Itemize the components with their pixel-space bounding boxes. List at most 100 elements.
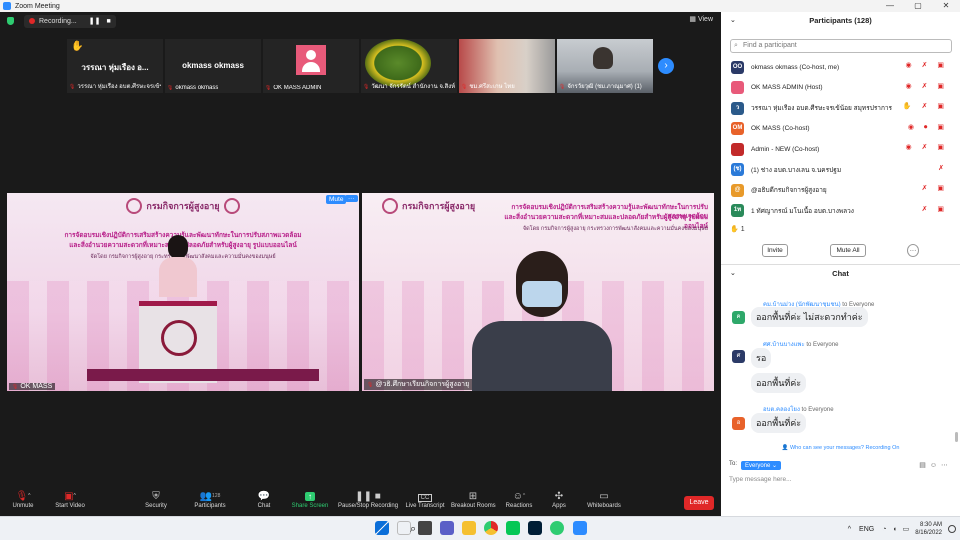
default-avatar-icon: [296, 45, 326, 75]
tile-caption: @วธิ.ศึกษาเรียนกิจการผู้สูงอายุ: [364, 379, 473, 390]
participant-row[interactable]: 1ท 1 ทัศญากรณ์ มโนเนื้อ อบต.บางพลวง ✗ ▣: [721, 201, 960, 222]
speaker-figure: [159, 235, 197, 297]
search-icon[interactable]: ⌕: [397, 521, 416, 535]
chat-title: Chat: [832, 269, 849, 278]
chat-scrollbar[interactable]: [955, 432, 958, 442]
minimize-button[interactable]: —: [876, 0, 904, 12]
participant-name: @อธิบดีกรมกิจการผู้สูงอายุ: [751, 187, 827, 195]
participant-thumbnail-strip: ✋ วรรณา หุ่มเรือง อ... วรรณา หุ่มเรือง อ…: [67, 39, 677, 93]
more-options-button[interactable]: ···: [907, 244, 919, 257]
invite-button[interactable]: Invite: [762, 244, 788, 257]
tray-overflow-chevron-icon[interactable]: ^: [848, 526, 851, 533]
ministry-logo-icon: [126, 198, 143, 214]
view-button[interactable]: ▦ View: [689, 15, 713, 23]
whiteboards-button[interactable]: ▭ Whiteboards: [586, 490, 622, 516]
line-app-icon[interactable]: [506, 521, 520, 535]
participants-button[interactable]: 👥128 Participants: [190, 490, 230, 516]
chat-message-input[interactable]: Type message here...: [729, 476, 792, 483]
thumbnail-caption: วรรณา หุ่มเรือง อบต.ศีรษะจรเข้ฯ: [69, 81, 161, 91]
video-tile-left[interactable]: กรมกิจการผู้สูงอายุ การจัดอบรมเชิงปฏิบัต…: [7, 193, 359, 391]
window-title: Zoom Meeting: [15, 2, 60, 10]
apps-button[interactable]: ✣ Apps: [548, 490, 570, 516]
wifi-icon[interactable]: ◔: [882, 526, 886, 533]
volume-icon[interactable]: ◖: [892, 526, 896, 533]
collapse-chevron-icon[interactable]: ⌄: [730, 269, 736, 277]
participant-name: okmass okmass (Co-host, me): [751, 63, 840, 71]
notification-icon[interactable]: [948, 525, 956, 533]
green-app-icon[interactable]: [550, 521, 564, 535]
slide-header: กรมกิจการผู้สูงอายุ: [7, 193, 359, 219]
teams-chat-icon[interactable]: [440, 521, 454, 535]
live-transcript-button[interactable]: CC Live Transcript: [404, 490, 446, 516]
collapse-chevron-icon[interactable]: ⌄: [730, 16, 736, 24]
file-explorer-icon[interactable]: [462, 521, 476, 535]
input-language[interactable]: ENG: [859, 526, 874, 533]
view-label: View: [697, 16, 713, 23]
tile-mute-button[interactable]: Mute: [326, 195, 347, 204]
stage-banner: [87, 369, 319, 381]
participant-row[interactable]: OM OK MASS (Co-host) ◉ ⏺ ▣: [721, 119, 960, 140]
participant-row[interactable]: @ @อธิบดีกรมกิจการผู้สูงอายุ ✗ ▣: [721, 180, 960, 201]
battery-icon[interactable]: ▭: [903, 525, 910, 533]
participant-status-icons: ◉ ✗ ▣: [905, 82, 948, 90]
emoji-icon[interactable]: ☺: [930, 462, 941, 469]
participant-name: OK MASS ADMIN (Host): [751, 84, 823, 92]
video-off-icon: ▣^: [64, 491, 76, 502]
more-icon[interactable]: ⋯: [941, 462, 952, 469]
task-view-icon[interactable]: [418, 521, 432, 535]
message-bubble: รอ: [751, 348, 772, 368]
window-controls: — ▢ ✕: [876, 0, 960, 12]
slide-organizer: จัดโดย กรมกิจการผู้สูงอายุ กระทรวงการพัฒ…: [522, 226, 708, 232]
participant-search-input[interactable]: ⌕ Find a participant: [730, 39, 952, 53]
photoshop-icon[interactable]: [528, 521, 542, 535]
clock[interactable]: 8:30 AM 8/16/2022: [915, 521, 942, 537]
next-page-chevron-icon[interactable]: ›: [658, 58, 674, 74]
breakout-rooms-button[interactable]: ⊞ Breakout Rooms: [451, 490, 496, 516]
start-video-button[interactable]: ▣^ Start Video: [52, 490, 88, 516]
apps-icon: ✣: [554, 491, 564, 502]
close-button[interactable]: ✕: [932, 0, 960, 12]
thumbnail-caption: วัฒนา จักรรัตน์ สำนักงาน จ.สิงห์บุรี: [363, 81, 455, 91]
thumbnail-tile[interactable]: ✋ วรรณา หุ่มเรือง อ... วรรณา หุ่มเรือง อ…: [67, 39, 163, 93]
share-screen-button[interactable]: ↑ Share Screen: [290, 490, 330, 516]
windows-start-icon[interactable]: [375, 521, 389, 535]
participant-row[interactable]: Admin - NEW (Co-host) ◉ ✗ ▣: [721, 139, 960, 160]
participant-row[interactable]: (ช) (1) ช่าง อบต.บางเลน จ.นครปฐม ✗: [721, 160, 960, 181]
maximize-button[interactable]: ▢: [904, 0, 932, 12]
chat-button[interactable]: 💬 Chat: [252, 490, 276, 516]
chrome-browser-icon[interactable]: [484, 521, 498, 535]
encryption-shield-icon[interactable]: [7, 17, 14, 25]
participant-row[interactable]: OK MASS ADMIN (Host) ◉ ✗ ▣: [721, 78, 960, 99]
side-panel: ⌄ Participants (128) ⌕ Find a participan…: [721, 12, 960, 516]
participant-status-icons: ✗ ▣: [921, 185, 948, 192]
file-icon[interactable]: ▤: [919, 462, 930, 469]
tile-more-button[interactable]: ···: [345, 195, 358, 202]
mute-all-button[interactable]: Mute All: [830, 244, 866, 257]
thumbnail-tile[interactable]: okmass okmass okmass okmass: [165, 39, 261, 93]
pause-stop-recording-button[interactable]: ❚❚ ■ Pause/Stop Recording: [338, 490, 398, 516]
pause-recording-button[interactable]: ❚❚: [89, 17, 101, 25]
stop-recording-button[interactable]: ■: [106, 18, 110, 25]
thumbnail-tile[interactable]: ชม.ศรีสะเกษ ไทย: [459, 39, 555, 93]
who-can-see-link[interactable]: 👤 Who can see your messages? Recording O…: [721, 445, 960, 451]
participant-row[interactable]: ว วรรณา หุ่มเรือง อบต.ศีรษะจรเข้น้อย สมุท…: [721, 98, 960, 119]
reactions-button[interactable]: ☺^ Reactions: [505, 490, 533, 516]
zoom-taskbar-icon[interactable]: [573, 521, 587, 535]
video-tile-right[interactable]: กรมกิจการผู้สูงอายุ การจัดอบรมเชิงปฏิบัต…: [362, 193, 714, 391]
participant-name: วรรณา หุ่มเรือง อบต.ศีรษะจรเข้น้อย สมุทร…: [751, 105, 893, 113]
leave-button[interactable]: Leave: [684, 496, 714, 510]
unmute-button[interactable]: 🎙^ Unmute: [8, 490, 38, 516]
pause-stop-icon: ❚❚ ■: [355, 491, 381, 502]
window-titlebar: Zoom Meeting — ▢ ✕: [0, 0, 960, 12]
participant-name: (1) ช่าง อบต.บางเลน จ.นครปฐม: [751, 166, 842, 174]
participant-row[interactable]: OO okmass okmass (Co-host, me) ◉ ✗ ▣: [721, 57, 960, 78]
message-recipient: to Everyone: [801, 407, 834, 413]
recipient-select[interactable]: Everyone ⌄: [741, 461, 782, 470]
participant-list: OO okmass okmass (Co-host, me) ◉ ✗ ▣ OK MAS…: [721, 57, 960, 221]
breakout-rooms-icon: ⊞: [468, 491, 478, 502]
thumbnail-tile[interactable]: จักรวัยวุฒิ (ชม.ภาณุมาศ) (1): [557, 39, 653, 93]
thumbnail-tile[interactable]: วัฒนา จักรรัตน์ สำนักงาน จ.สิงห์บุรี: [361, 39, 457, 93]
participant-avatar: OO: [731, 60, 744, 74]
thumbnail-tile[interactable]: OK MASS ADMIN: [263, 39, 359, 93]
security-button[interactable]: ⛨ Security: [140, 490, 172, 516]
